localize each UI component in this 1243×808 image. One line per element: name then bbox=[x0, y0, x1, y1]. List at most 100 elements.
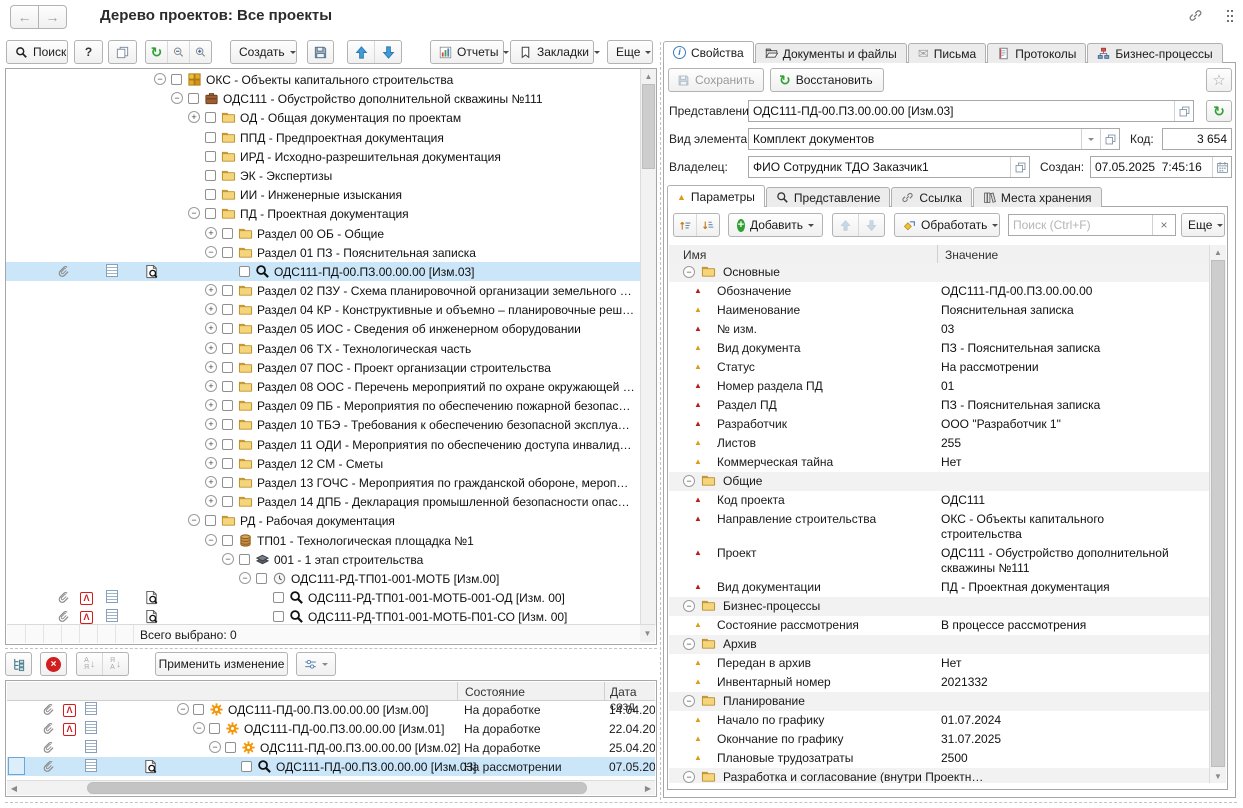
expander-icon[interactable]: + bbox=[205, 438, 220, 451]
checkbox[interactable] bbox=[222, 323, 233, 334]
tree-row[interactable]: +Раздел 04 КР - Конструктивные и объемно… bbox=[6, 300, 640, 319]
checkbox[interactable] bbox=[193, 704, 204, 715]
horizontal-splitter[interactable] bbox=[5, 648, 657, 649]
tree-row[interactable]: ППД - Предпроектная документация bbox=[6, 128, 640, 147]
sort-asc-button[interactable]: АЯ↓ bbox=[77, 653, 103, 675]
expander-icon[interactable]: − bbox=[683, 600, 698, 613]
expander-icon[interactable]: − bbox=[239, 572, 254, 585]
checkbox[interactable] bbox=[205, 515, 216, 526]
checkbox[interactable] bbox=[205, 208, 216, 219]
subtab-parameters[interactable]: ▲ Параметры bbox=[667, 185, 765, 207]
expander-icon[interactable]: + bbox=[205, 495, 220, 508]
settings-button[interactable] bbox=[296, 652, 336, 676]
clear-search-button[interactable]: × bbox=[1152, 215, 1175, 235]
tree-row[interactable]: −ОКС - Объекты капитального строительств… bbox=[6, 70, 640, 89]
scroll-down-icon[interactable]: ▼ bbox=[1210, 769, 1226, 783]
open-button[interactable] bbox=[1174, 101, 1193, 121]
checkbox[interactable] bbox=[239, 554, 250, 565]
version-row[interactable]: −ОДС111-ПД-00.ПЗ.00.00.00 [Изм.02]На дор… bbox=[7, 738, 655, 757]
versions-hscroll-thumb[interactable] bbox=[87, 782, 587, 794]
checkbox[interactable] bbox=[222, 496, 233, 507]
scroll-down-icon[interactable]: ▼ bbox=[640, 625, 655, 642]
expander-icon[interactable]: − bbox=[683, 638, 698, 651]
tree-row[interactable]: −Раздел 01 ПЗ - Пояснительная записка bbox=[6, 243, 640, 262]
expander-icon[interactable]: + bbox=[205, 476, 220, 489]
expander-icon[interactable]: + bbox=[205, 418, 220, 431]
checkbox[interactable] bbox=[222, 285, 233, 296]
param-row[interactable]: ▲ОбозначениеОДС111-ПД-00.ПЗ.00.00.00 bbox=[669, 282, 1210, 301]
expander-icon[interactable]: + bbox=[205, 457, 220, 470]
param-group-row[interactable]: −Архив bbox=[669, 635, 1210, 654]
collapse-all-button[interactable] bbox=[168, 41, 190, 63]
more-params-button[interactable]: Еще bbox=[1181, 213, 1225, 237]
code-input[interactable] bbox=[1163, 129, 1231, 149]
tree-vscrollbar[interactable]: ▲ bbox=[640, 69, 656, 626]
tree-vscroll-thumb[interactable] bbox=[642, 84, 655, 169]
expander-icon[interactable]: − bbox=[154, 73, 169, 86]
expander-icon[interactable]: − bbox=[683, 695, 698, 708]
open-button[interactable] bbox=[1100, 129, 1119, 149]
checkbox[interactable] bbox=[209, 723, 220, 734]
params-vscroll-thumb[interactable] bbox=[1211, 260, 1225, 767]
checkbox[interactable] bbox=[222, 477, 233, 488]
windows-button[interactable] bbox=[108, 40, 137, 64]
checkbox[interactable] bbox=[205, 189, 216, 200]
checkbox[interactable] bbox=[273, 611, 284, 622]
checkbox[interactable] bbox=[222, 362, 233, 373]
forward-button[interactable]: → bbox=[38, 5, 67, 29]
process-button[interactable]: Обработать bbox=[894, 213, 1000, 237]
column-state[interactable]: Состояние bbox=[465, 685, 525, 699]
expander-icon[interactable]: + bbox=[188, 111, 203, 124]
checkbox[interactable] bbox=[222, 400, 233, 411]
create-button[interactable]: Создать bbox=[230, 40, 297, 64]
subtab-link[interactable]: Ссылка bbox=[891, 187, 971, 207]
checkbox[interactable] bbox=[222, 304, 233, 315]
scroll-right-icon[interactable]: ▶ bbox=[641, 781, 655, 795]
version-row[interactable]: Λ−ОДС111-ПД-00.ПЗ.00.00.00 [Изм.01]На до… bbox=[7, 719, 655, 738]
param-search-input[interactable] bbox=[1009, 215, 1152, 235]
order-up-button[interactable] bbox=[674, 214, 697, 236]
tree-row[interactable]: +Раздел 08 ООС - Перечень мероприятий по… bbox=[6, 377, 640, 396]
expander-icon[interactable]: − bbox=[205, 534, 220, 547]
checkbox[interactable] bbox=[256, 573, 267, 584]
scroll-up-icon[interactable]: ▲ bbox=[1210, 245, 1226, 259]
tree-row[interactable]: ИРД - Исходно-разрешительная документаци… bbox=[6, 147, 640, 166]
param-row[interactable]: ▲Состояние рассмотренияВ процессе рассмо… bbox=[669, 616, 1210, 635]
param-row[interactable]: ▲ПроектОДС111 - Обустройство дополнитель… bbox=[669, 544, 1210, 578]
tree-row[interactable]: −001 - 1 этап строительства bbox=[6, 550, 640, 569]
tree-row[interactable]: ОДС111-ПД-00.ПЗ.00.00.00 [Изм.03] bbox=[6, 262, 640, 281]
tree-row[interactable]: +Раздел 11 ОДИ - Мероприятия по обеспече… bbox=[6, 435, 640, 454]
move-down-button[interactable] bbox=[375, 41, 401, 63]
tree-row[interactable]: +Раздел 13 ГОЧС - Мероприятия по граждан… bbox=[6, 473, 640, 492]
tree-row[interactable]: ΛОДС111-РД-ТП01-001-МОТБ-001-ОД [Изм. 00… bbox=[6, 588, 640, 607]
checkbox[interactable] bbox=[222, 535, 233, 546]
reports-button[interactable]: Отчеты bbox=[430, 40, 504, 64]
cancel-button[interactable]: × bbox=[40, 652, 67, 676]
param-row[interactable]: ▲Коммерческая тайнаНет bbox=[669, 453, 1210, 472]
checkbox[interactable] bbox=[222, 343, 233, 354]
expander-icon[interactable]: − bbox=[209, 741, 224, 754]
tree-row[interactable]: −РД - Рабочая документация bbox=[6, 511, 640, 530]
save-button[interactable]: Сохранить bbox=[668, 68, 764, 92]
param-down-button[interactable] bbox=[859, 214, 884, 236]
tree-row[interactable]: +ОД - Общая документация по проектам bbox=[6, 108, 640, 127]
calendar-button[interactable] bbox=[1212, 157, 1231, 177]
expander-icon[interactable]: + bbox=[205, 227, 220, 240]
params-vscrollbar[interactable]: ▲ ▼ bbox=[1209, 245, 1226, 783]
expander-icon[interactable]: + bbox=[205, 284, 220, 297]
expander-icon[interactable]: − bbox=[222, 553, 237, 566]
tree-row[interactable]: −ПД - Проектная документация bbox=[6, 204, 640, 223]
refresh-presentation-button[interactable]: ↻ bbox=[1206, 100, 1232, 122]
versions-hscrollbar[interactable]: ◀ ▶ bbox=[7, 780, 655, 795]
tree-row[interactable]: +Раздел 10 ТБЭ - Требования к обеспечени… bbox=[6, 415, 640, 434]
tree-row[interactable]: +Раздел 14 ДПБ - Декларация промышленной… bbox=[6, 492, 640, 511]
tree-row[interactable]: +Раздел 05 ИОС - Сведения об инженерном … bbox=[6, 319, 640, 338]
checkbox[interactable] bbox=[188, 93, 199, 104]
checkbox[interactable] bbox=[171, 74, 182, 85]
expander-icon[interactable]: + bbox=[205, 342, 220, 355]
param-row[interactable]: ▲Раздел ПДПЗ - Пояснительная записка bbox=[669, 396, 1210, 415]
param-row[interactable]: ▲Листов255 bbox=[669, 434, 1210, 453]
checkbox[interactable] bbox=[205, 112, 216, 123]
param-row[interactable]: ▲Номер раздела ПД01 bbox=[669, 377, 1210, 396]
tree-row[interactable]: +Раздел 07 ПОС - Проект организации стро… bbox=[6, 358, 640, 377]
